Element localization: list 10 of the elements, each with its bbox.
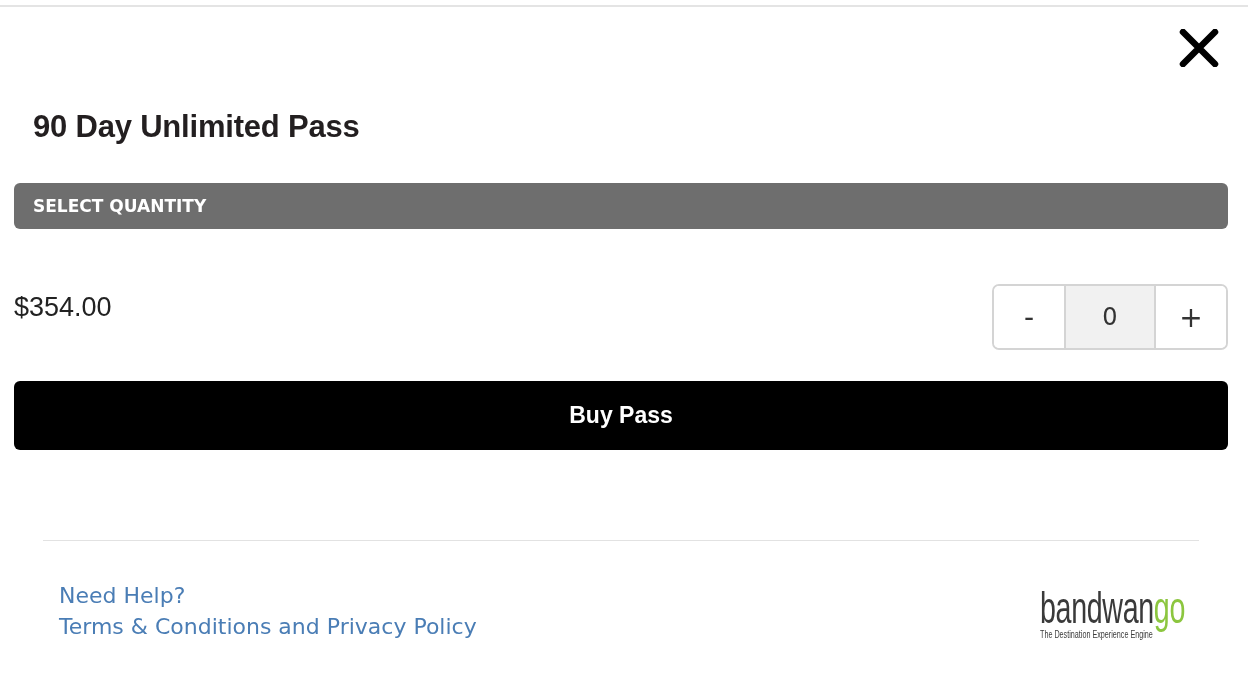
logo-tagline: The Destination Experience Engine bbox=[1040, 629, 1153, 641]
pass-title: 90 Day Unlimited Pass bbox=[33, 110, 360, 144]
footer-link[interactable]: Terms & Conditions and Privacy Policy bbox=[59, 611, 477, 642]
section-header: SELECT QUANTITY bbox=[14, 183, 1228, 229]
buy-pass-button[interactable]: Buy Pass bbox=[14, 381, 1228, 450]
footer-link[interactable]: Need Help? bbox=[59, 580, 186, 611]
quantity-field[interactable]: 0 bbox=[1064, 286, 1156, 348]
price-text: $354.00 bbox=[14, 292, 112, 322]
close-icon bbox=[1179, 29, 1219, 67]
close-button[interactable] bbox=[1179, 29, 1219, 67]
